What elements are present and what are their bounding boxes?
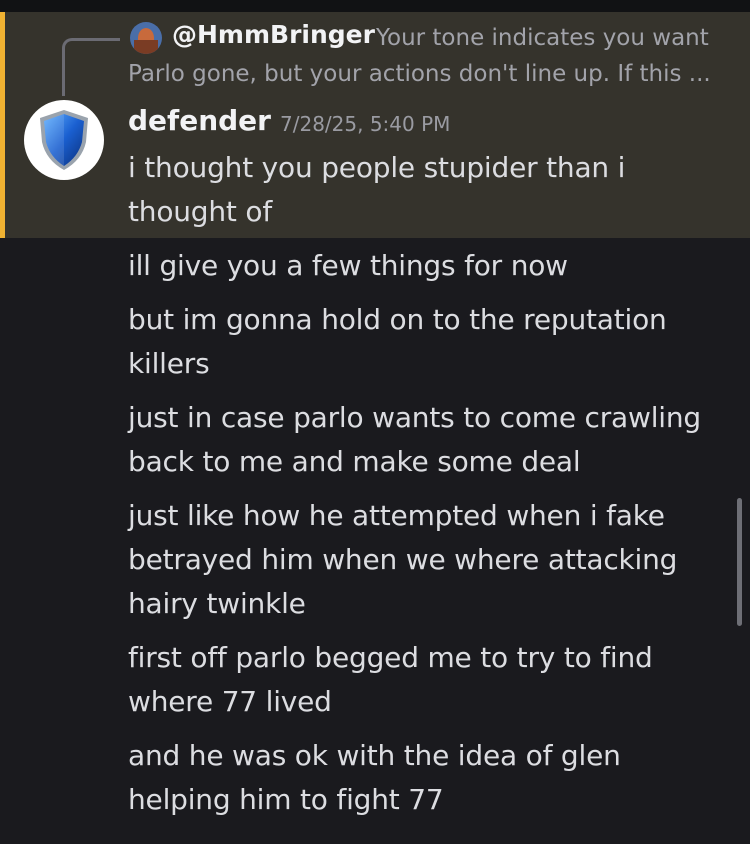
message-line: and he was ok with the idea of glen help… <box>128 739 621 816</box>
message-line: but im gonna hold on to the reputation k… <box>128 303 667 380</box>
message-username[interactable]: defender <box>128 104 271 137</box>
reply-preview-text: Your tone indicates you want Parlo gone,… <box>128 25 711 87</box>
mention-highlight-bar <box>0 12 5 238</box>
message-line: ill give you a few things for now <box>128 249 568 282</box>
message-line: i thought you people stupider than i tho… <box>128 151 626 228</box>
shield-icon <box>40 110 88 170</box>
message-line: just in case parlo wants to come crawlin… <box>128 401 701 478</box>
message-line: just like how he attempted when i fake b… <box>128 499 678 620</box>
reply-connector <box>62 38 120 96</box>
message-line: first off parlo begged me to try to find… <box>128 641 653 718</box>
message-timestamp: 7/28/25, 5:40 PM <box>280 112 451 136</box>
top-bar <box>0 0 750 12</box>
scrollbar[interactable] <box>737 498 742 626</box>
avatar[interactable] <box>24 100 104 180</box>
reply-preview[interactable]: @HmmBringer Your tone indicates you want… <box>128 20 728 92</box>
message-list: i thought you people stupider than i tho… <box>128 146 728 832</box>
